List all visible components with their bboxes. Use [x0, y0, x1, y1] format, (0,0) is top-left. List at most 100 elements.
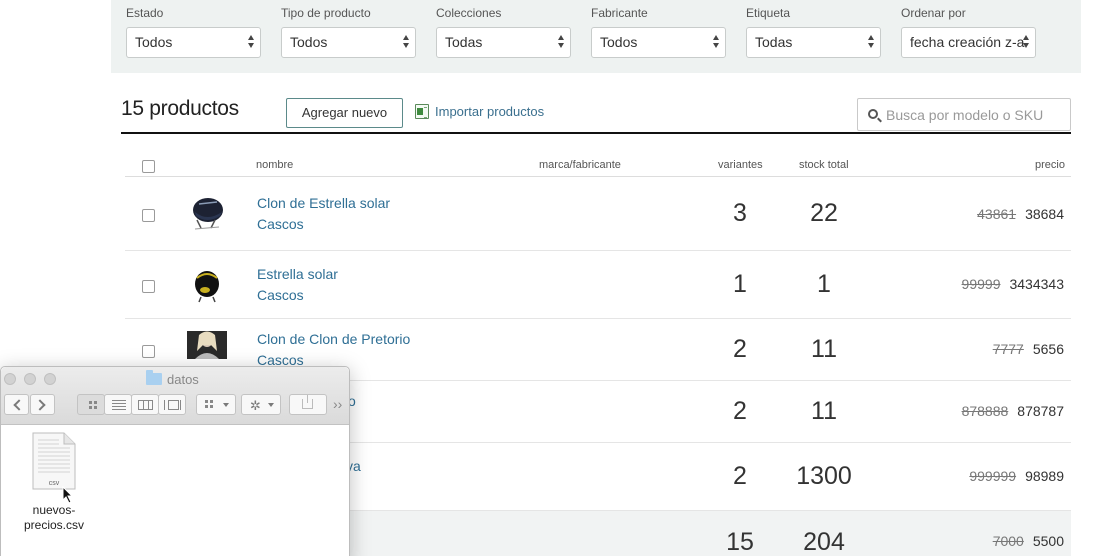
select-arrows-icon	[713, 35, 721, 50]
select-arrows-icon	[558, 35, 566, 50]
coverflow-view-button[interactable]	[158, 394, 186, 415]
filter-estado: Estado Todos	[126, 6, 261, 58]
row-checkbox[interactable]	[142, 280, 155, 293]
product-category-link[interactable]: Cascos	[257, 216, 304, 232]
tipo-select[interactable]: Todos	[281, 27, 416, 58]
variants-count: 2	[733, 462, 747, 490]
select-value: Todas	[445, 34, 483, 50]
stock-total: 22	[810, 199, 838, 227]
variants-count: 3	[733, 199, 747, 227]
select-arrows-icon	[1023, 35, 1031, 50]
person-photo-thumbnail	[187, 331, 227, 359]
select-arrows-icon	[868, 35, 876, 50]
filter-ordenar: Ordenar por fecha creación z-a	[901, 6, 1036, 58]
estado-select[interactable]: Todos	[126, 27, 261, 58]
ordenar-select[interactable]: fecha creación z-a	[901, 27, 1036, 58]
helmet-thumbnail	[195, 271, 219, 303]
import-products-link[interactable]: Importar productos	[415, 104, 544, 122]
search-icon	[868, 109, 878, 119]
grid-view-icon	[89, 401, 97, 409]
product-category-link[interactable]: Cascos	[257, 287, 304, 303]
select-value: Todas	[755, 34, 793, 50]
filter-label: Fabricante	[591, 6, 648, 20]
folder-icon	[146, 370, 162, 385]
price: 878888 878787	[962, 403, 1064, 419]
list-view-button[interactable]	[104, 394, 132, 415]
etiqueta-select[interactable]: Todas	[746, 27, 881, 58]
stock-total: 11	[811, 335, 837, 363]
price: 7777 5656	[993, 341, 1064, 357]
row-checkbox[interactable]	[142, 345, 155, 358]
select-all-checkbox[interactable]	[142, 160, 155, 173]
finder-titlebar[interactable]: datos ✲ ››	[1, 367, 349, 425]
csv-file-icon[interactable]: csv	[31, 432, 76, 490]
row-checkbox[interactable]	[142, 209, 155, 222]
arrange-button[interactable]	[196, 394, 236, 415]
column-nombre[interactable]: nombre	[256, 159, 293, 171]
search-box	[857, 98, 1071, 131]
helmet-thumbnail	[193, 198, 223, 230]
select-arrows-icon	[248, 35, 256, 50]
filter-bar: Estado Todos Tipo de producto Todos Cole…	[111, 0, 1081, 73]
product-name-link[interactable]: Clon de Estrella solar	[257, 195, 390, 211]
chevron-left-icon	[13, 399, 25, 411]
select-value: fecha creación z-a	[910, 34, 1025, 50]
variants-count: 1	[733, 270, 747, 298]
column-marca[interactable]: marca/fabricante	[539, 159, 621, 171]
column-variantes[interactable]: variantes	[718, 159, 763, 171]
caret-down-icon	[268, 403, 274, 407]
old-price: 999999	[969, 468, 1017, 484]
column-stock[interactable]: stock total	[799, 159, 849, 171]
filter-colecciones: Colecciones Todas	[436, 6, 571, 58]
toolbar-overflow-icon[interactable]: ››	[333, 396, 342, 412]
variants-count: 2	[733, 397, 747, 425]
spreadsheet-icon	[415, 104, 429, 119]
filter-etiqueta: Etiqueta Todas	[746, 6, 881, 58]
file-name-label: nuevos-precios.csv	[23, 503, 85, 532]
old-price: 7777	[992, 341, 1024, 357]
old-price: 43861	[977, 206, 1017, 222]
share-button[interactable]	[289, 394, 327, 415]
old-price: 7000	[992, 533, 1024, 549]
arrange-icon	[205, 400, 213, 408]
column-precio[interactable]: precio	[1035, 159, 1065, 171]
stock-total: 1	[817, 270, 831, 298]
product-name-link[interactable]: Clon de Clon de Pretorio	[257, 331, 410, 347]
list-view-icon	[112, 400, 126, 410]
action-button[interactable]: ✲	[241, 394, 281, 415]
coverflow-icon	[164, 400, 181, 410]
filter-tipo: Tipo de producto Todos	[281, 6, 416, 58]
caret-down-icon	[223, 403, 229, 407]
current-price: 878787	[1017, 403, 1064, 419]
filter-label: Tipo de producto	[281, 6, 371, 20]
select-value: Todos	[290, 34, 328, 50]
zoom-window-button[interactable]	[44, 373, 56, 385]
close-window-button[interactable]	[4, 373, 16, 385]
fabricante-select[interactable]: Todos	[591, 27, 726, 58]
column-view-icon	[138, 400, 153, 410]
forward-button[interactable]	[30, 394, 55, 415]
table-row: Clon de Estrella solar Cascos 3 22 43861…	[125, 177, 1071, 251]
stock-total: 204	[803, 528, 845, 556]
share-icon	[302, 395, 313, 409]
back-button[interactable]	[4, 394, 29, 415]
product-name-link[interactable]: Estrella solar	[257, 266, 338, 282]
icon-view-button[interactable]	[77, 394, 105, 415]
filter-label: Etiqueta	[746, 6, 791, 20]
search-input[interactable]	[886, 105, 1066, 125]
file-type-label: csv	[49, 480, 60, 487]
table-header: nombre marca/fabricante variantes stock …	[125, 152, 1071, 177]
gear-icon: ✲	[250, 398, 261, 413]
colecciones-select[interactable]: Todas	[436, 27, 571, 58]
add-product-button[interactable]: Agregar nuevo	[286, 98, 403, 128]
finder-title: datos	[146, 370, 199, 387]
current-price: 3434343	[1009, 276, 1064, 292]
price: 999999 98989	[969, 468, 1064, 484]
minimize-window-button[interactable]	[24, 373, 36, 385]
select-arrows-icon	[403, 35, 411, 50]
select-value: Todos	[600, 34, 638, 50]
current-price: 38684	[1025, 206, 1064, 222]
price: 99999 3434343	[962, 276, 1064, 292]
column-view-button[interactable]	[131, 394, 159, 415]
chevron-right-icon	[34, 399, 46, 411]
